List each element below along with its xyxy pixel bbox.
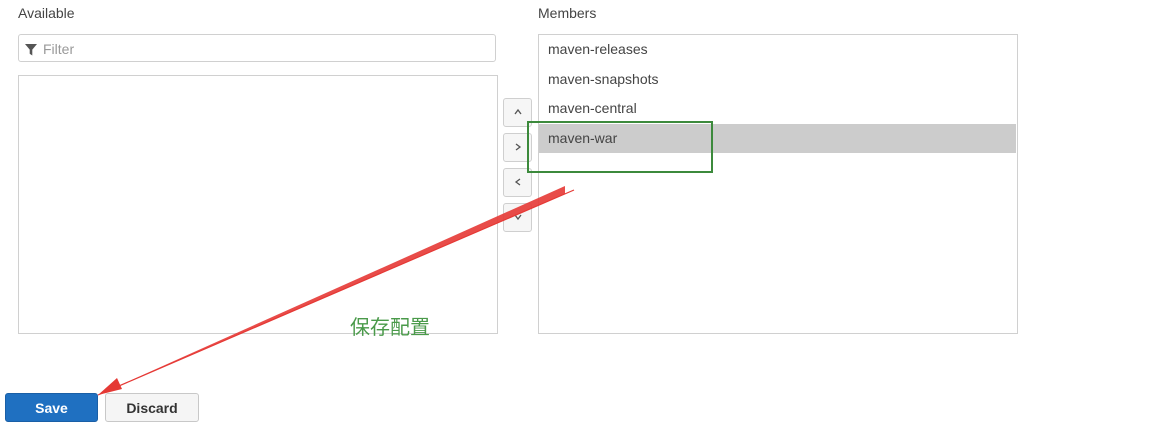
annotation-note: 保存配置 — [350, 315, 430, 339]
save-button[interactable]: Save — [5, 393, 98, 422]
discard-button[interactable]: Discard — [105, 393, 199, 422]
annotation-arrow — [97, 186, 575, 396]
